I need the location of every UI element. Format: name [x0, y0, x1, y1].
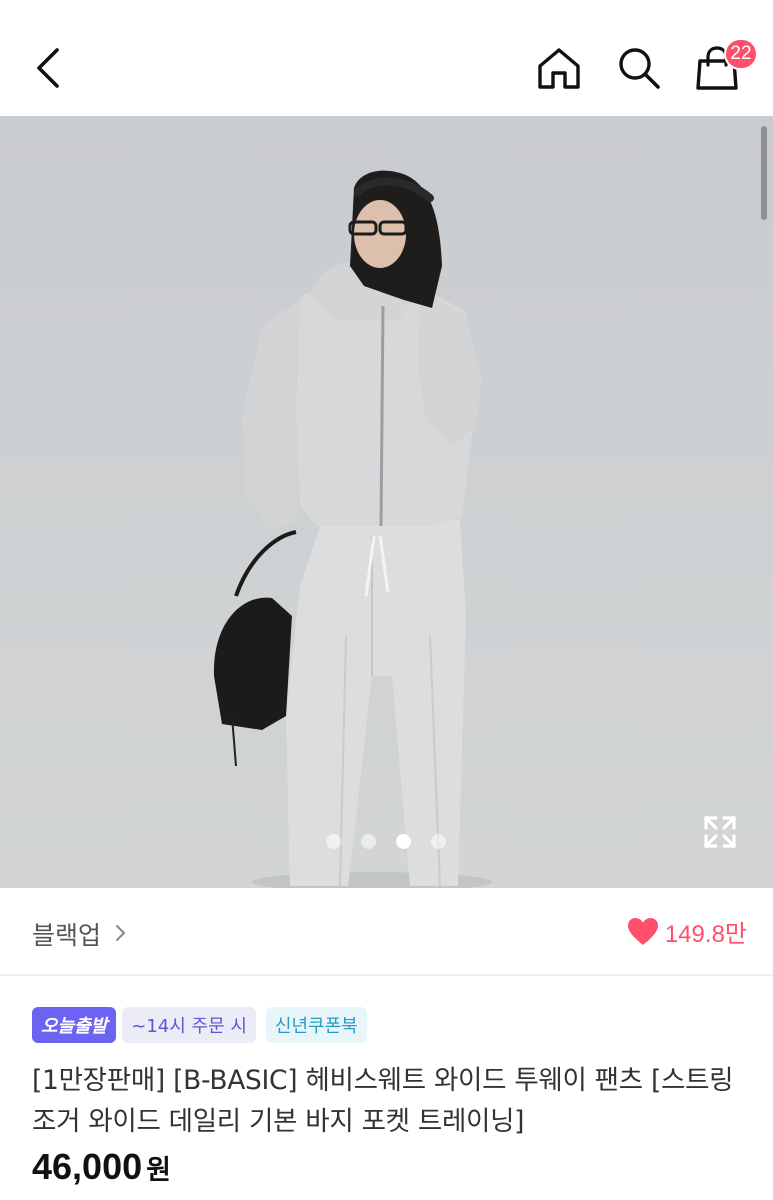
gallery-dot[interactable] [431, 834, 446, 849]
product-image-gallery[interactable] [0, 116, 773, 888]
tag-row: 오늘출발 ~14시 주문 시 신년쿠폰북 [32, 1007, 367, 1043]
gallery-dot[interactable] [361, 834, 376, 849]
product-price: 46,000 원 [32, 1146, 171, 1188]
fullscreen-button[interactable] [700, 812, 740, 852]
image-scrollbar[interactable] [761, 126, 767, 220]
order-deadline-badge: ~14시 주문 시 [122, 1007, 256, 1043]
chevron-left-icon [37, 48, 59, 88]
price-value: 46,000 [32, 1146, 143, 1187]
search-icon [619, 48, 660, 89]
product-photo [213, 170, 492, 888]
home-icon [538, 48, 580, 89]
brand-row: 블랙업 149.8만 [0, 888, 773, 976]
cart-count-badge: 22 [724, 38, 758, 70]
gallery-dot[interactable] [326, 834, 341, 849]
gallery-pagination [326, 834, 446, 849]
home-button[interactable] [528, 40, 590, 96]
like-button[interactable]: 149.8만 [627, 914, 747, 949]
coupon-badge: 신년쿠폰북 [265, 1007, 367, 1043]
heart-icon [627, 917, 658, 945]
expand-icon [704, 816, 736, 848]
top-nav-bar: 22 [0, 0, 773, 116]
gallery-dot[interactable] [396, 834, 411, 849]
brand-link[interactable]: 블랙업 [32, 916, 101, 952]
price-unit: 원 [146, 1155, 171, 1186]
chevron-right-icon [116, 925, 125, 941]
today-shipping-badge: 오늘출발 [32, 1007, 117, 1043]
back-button[interactable] [22, 40, 74, 96]
product-title: [1만장판매] [B-BASIC] 헤비스웨트 와이드 투웨이 팬츠 [스트링 … [32, 1065, 734, 1137]
like-count: 149.8만 [664, 921, 747, 948]
search-button[interactable] [608, 40, 670, 96]
